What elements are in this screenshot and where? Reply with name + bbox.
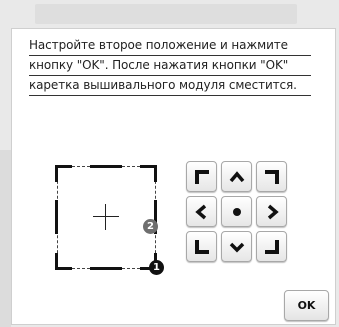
center-button[interactable]	[221, 196, 252, 227]
center-crosshair	[93, 216, 119, 217]
dot-icon	[232, 207, 241, 216]
embroidery-position-diagram: 2 1	[40, 150, 180, 290]
move-down-right-button[interactable]	[256, 231, 287, 262]
chevron-left-icon	[194, 204, 206, 219]
marker-position-1: 1	[149, 260, 164, 275]
frame-dash	[55, 253, 58, 270]
center-crosshair	[105, 204, 106, 230]
move-up-right-button[interactable]	[256, 161, 287, 192]
corner-down-right-icon	[264, 239, 279, 254]
message-line-3: каретка вышивального модуля сместится.	[29, 76, 311, 96]
frame-dash	[56, 267, 72, 270]
chevron-right-icon	[267, 204, 279, 219]
top-bar	[35, 4, 297, 24]
corner-down-left-icon	[194, 239, 209, 254]
frame-dash	[90, 165, 122, 168]
frame-dash	[154, 165, 157, 182]
instruction-message: Настройте второе положение и нажмите кно…	[29, 36, 311, 96]
move-down-button[interactable]	[221, 231, 252, 262]
move-left-button[interactable]	[186, 196, 217, 227]
corner-up-left-icon	[194, 169, 209, 184]
chevron-up-icon	[229, 170, 244, 182]
ok-button[interactable]: OK	[284, 290, 329, 321]
marker-position-2: 2	[143, 219, 158, 234]
message-line-1: Настройте второе положение и нажмите	[29, 36, 311, 56]
frame-dash	[56, 165, 72, 168]
chevron-down-icon	[229, 242, 244, 252]
frame-dash	[55, 200, 58, 234]
frame-dash	[90, 267, 122, 270]
move-right-button[interactable]	[256, 196, 287, 227]
corner-up-right-icon	[264, 169, 279, 184]
frame-dash	[55, 165, 58, 182]
message-line-2: кнопку "OK". После нажатия кнопки "OK"	[29, 56, 311, 76]
move-up-left-button[interactable]	[186, 161, 217, 192]
move-down-left-button[interactable]	[186, 231, 217, 262]
move-up-button[interactable]	[221, 161, 252, 192]
background-edge	[0, 150, 11, 327]
